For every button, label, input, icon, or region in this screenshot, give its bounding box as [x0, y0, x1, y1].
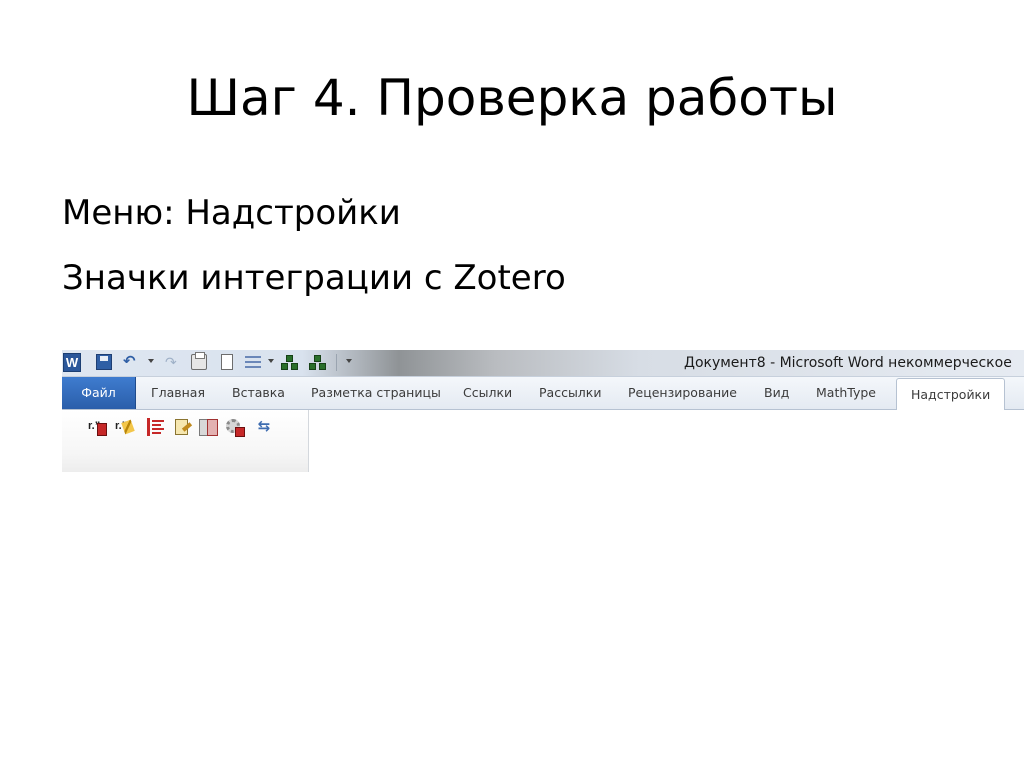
set-preferences-icon[interactable] — [199, 418, 218, 436]
toolbar-separator — [336, 354, 337, 371]
tab-file[interactable]: Файл — [62, 377, 136, 409]
tab-home[interactable]: Главная — [151, 377, 205, 409]
window-title: Документ8 - Microsoft Word некоммерческо… — [684, 355, 1012, 371]
tab-mathtype[interactable]: MathType — [816, 377, 876, 409]
tab-references[interactable]: Ссылки — [463, 377, 512, 409]
undo-icon[interactable]: ↶ — [123, 354, 139, 370]
word-screenshot: W ↶ ↷ Документ8 - Microsoft Word некомме… — [62, 350, 1024, 474]
tab-addins[interactable]: Надстройки — [896, 378, 1006, 411]
insert-bibliography-icon[interactable] — [147, 418, 165, 436]
zotero-toolbar-group: r.” r.” ⇆ — [62, 410, 309, 472]
quick-access-toolbar: W ↶ ↷ Документ8 - Microsoft Word некомме… — [62, 350, 1024, 377]
tab-review[interactable]: Рецензирование — [628, 377, 737, 409]
slide-title: Шаг 4. Проверка работы — [186, 69, 838, 127]
edit-bibliography-icon[interactable] — [174, 418, 193, 436]
ribbon-tabs: Файл Главная Вставка Разметка страницы С… — [62, 377, 1024, 411]
word-logo-icon: W — [63, 353, 81, 372]
customize-icon[interactable] — [346, 359, 352, 363]
list-dropdown-icon[interactable] — [268, 359, 274, 363]
list-icon[interactable] — [245, 356, 261, 368]
bullet-zotero-icons: Значки интеграции с Zotero — [62, 258, 566, 298]
bullet-menu: Меню: Надстройки — [62, 193, 401, 233]
undo-dropdown-icon[interactable] — [148, 359, 154, 363]
tab-mailings[interactable]: Рассылки — [539, 377, 601, 409]
ribbon-panel: r.” r.” ⇆ — [62, 410, 1024, 474]
redo-icon[interactable]: ↷ — [165, 354, 181, 370]
tree-icon[interactable] — [280, 354, 298, 370]
remove-codes-icon[interactable]: ⇆ — [255, 418, 273, 436]
edit-citation-icon[interactable]: r.” — [115, 418, 135, 436]
tab-page-layout[interactable]: Разметка страницы — [311, 377, 441, 409]
refresh-icon[interactable] — [225, 418, 245, 437]
tab-view[interactable]: Вид — [764, 377, 789, 409]
insert-citation-icon[interactable]: r.” — [88, 418, 107, 436]
save-icon[interactable] — [96, 354, 112, 370]
tree-icon[interactable] — [308, 354, 326, 370]
tab-insert[interactable]: Вставка — [232, 377, 285, 409]
quick-print-icon[interactable] — [191, 352, 207, 370]
new-document-icon[interactable] — [221, 354, 233, 370]
